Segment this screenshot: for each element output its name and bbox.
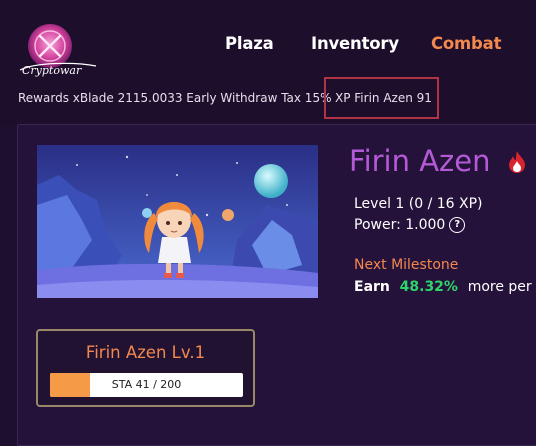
stamina-text: STA 41 / 200 bbox=[111, 378, 182, 391]
xp-text: XP Firin Azen 91 bbox=[335, 91, 432, 105]
top-header: Cryptowar Plaza Inventory Combat Rewards… bbox=[0, 0, 536, 125]
power-text: Power: 1.000 bbox=[354, 217, 446, 233]
next-milestone-label: Next Milestone bbox=[354, 257, 459, 273]
earn-prefix: Earn bbox=[354, 279, 390, 295]
fire-icon bbox=[509, 151, 525, 173]
character-card[interactable]: Firin Azen Lv.1 STA 41 / 200 bbox=[36, 329, 255, 407]
stamina-bar: STA 41 / 200 bbox=[50, 373, 243, 397]
power-line: Power: 1.000? bbox=[354, 217, 466, 233]
character-name: Firin Azen bbox=[349, 144, 491, 178]
nav-inventory[interactable]: Inventory bbox=[311, 34, 399, 53]
cryptowars-logo[interactable]: Cryptowar bbox=[16, 22, 100, 78]
svg-text:Cryptowar: Cryptowar bbox=[22, 64, 82, 77]
rewards-text: Rewards xBlade 2115.0033 Early Withdraw … bbox=[18, 91, 332, 105]
nav-plaza[interactable]: Plaza bbox=[225, 34, 274, 53]
card-title: Firin Azen Lv.1 bbox=[85, 343, 206, 362]
earn-percent: 48.32% bbox=[399, 279, 458, 295]
help-icon[interactable]: ? bbox=[449, 217, 466, 233]
earn-line: Earn 48.32% more per b bbox=[354, 279, 536, 295]
level-text: Level 1 (0 / 16 XP) bbox=[354, 196, 483, 212]
character-art bbox=[37, 145, 318, 298]
nav-combat[interactable]: Combat bbox=[431, 34, 501, 53]
earn-suffix: more per b bbox=[467, 279, 536, 295]
